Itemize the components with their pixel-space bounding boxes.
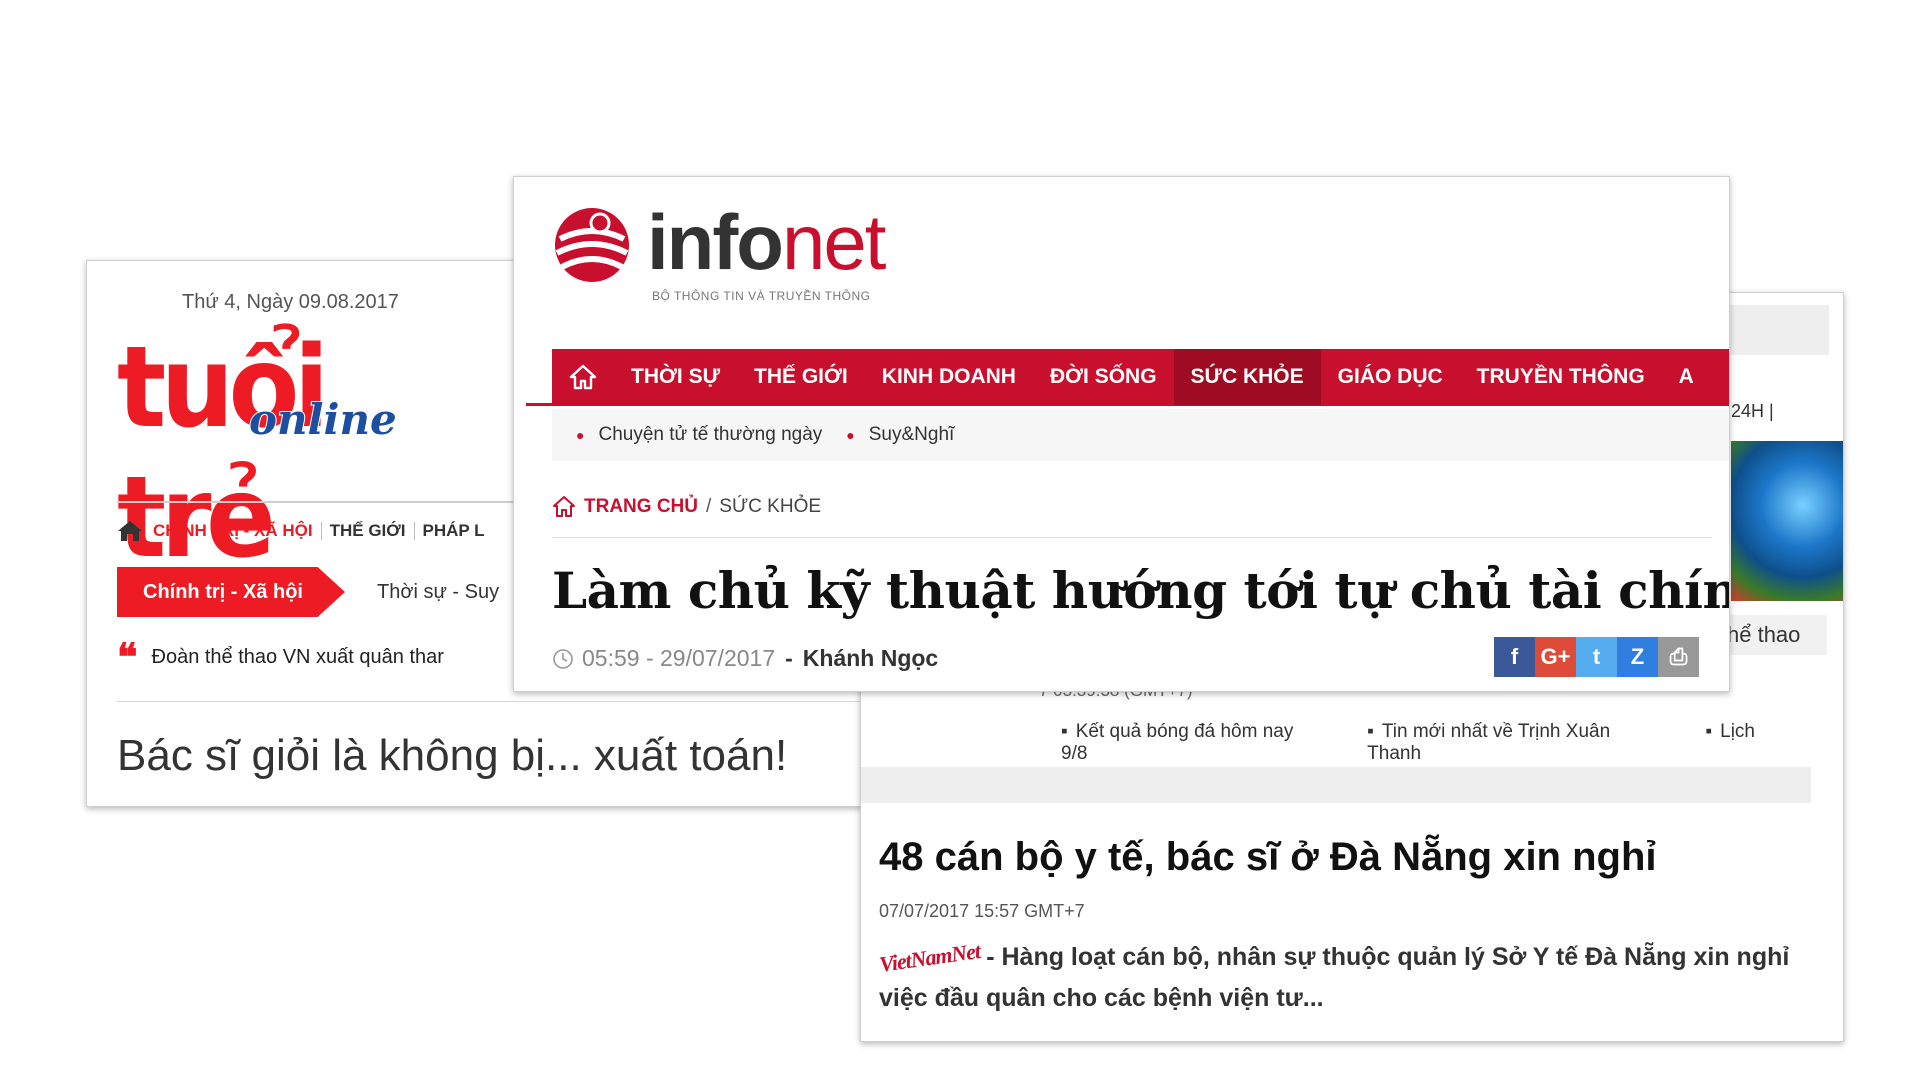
clock-icon <box>553 648 573 669</box>
breadcrumb-home-link[interactable]: TRANG CHỦ <box>584 496 698 518</box>
tuoitre-date: Thứ 4, Ngày 09.08.2017 <box>182 291 399 313</box>
infonet-logo-wordmark: infonet <box>647 198 886 286</box>
breadcrumb-separator: / <box>706 496 712 517</box>
tuoitre-ticker: ❛❛ Đoàn thể thao VN xuất quân thar <box>117 636 444 679</box>
zalo-icon[interactable]: Z <box>1617 637 1658 677</box>
vietnamnet-lead-text: - Hàng loạt cán bộ, nhân sự thuộc quản l… <box>879 943 1790 1012</box>
infonet-nav-the-gioi[interactable]: THẾ GIỚI <box>737 349 865 405</box>
tuoitre-nav-chinh-tri[interactable]: CHÍNH TRỊ - XÃ HỘI <box>151 522 321 540</box>
globe-banner-image <box>1731 441 1843 601</box>
infonet-logo-mark-icon <box>555 208 629 282</box>
vietnamnet-sport-tab[interactable]: hể thao <box>1717 615 1827 655</box>
infonet-main-nav: THỜI SỰ THẾ GIỚI KINH DOANH ĐỜI SỐNG SỨC… <box>552 349 1729 405</box>
infonet-headline: Làm chủ kỹ thuật hướng tới tự chủ tài ch… <box>552 561 1730 620</box>
infonet-nav-overflow[interactable]: A <box>1662 349 1711 405</box>
breadcrumb-current[interactable]: SỨC KHỎE <box>719 496 821 518</box>
trending-item[interactable]: ▪ Lịch <box>1705 721 1799 765</box>
infonet-divider <box>552 537 1712 538</box>
infonet-nav-giao-duc[interactable]: GIÁO DỤC <box>1321 349 1460 405</box>
tuoitre-nav-phap-luat[interactable]: PHÁP L <box>413 522 493 540</box>
tuoitre-logo[interactable]: tuổi trẻ online <box>117 323 537 583</box>
infonet-logo[interactable]: infonet BỘ THÔNG TIN VÀ TRUYỀN THÔNG <box>552 198 912 315</box>
home-icon[interactable] <box>552 495 576 519</box>
infonet-author[interactable]: Khánh Ngọc <box>803 645 938 672</box>
breadcrumb: TRANG CHỦ / SỨC KHỎE <box>552 495 821 519</box>
twitter-icon[interactable]: t <box>1576 637 1617 677</box>
tuoitre-logo-main: tuổi trẻ <box>117 323 329 583</box>
infonet-screenshot: infonet BỘ THÔNG TIN VÀ TRUYỀN THÔNG THỜ… <box>513 176 1730 692</box>
vietnamnet-date: 07/07/2017 15:57 GMT+7 <box>879 901 1085 921</box>
bullet-icon: ● <box>846 427 855 443</box>
tuoitre-section-chip[interactable]: Chính trị - Xã hội <box>117 567 345 617</box>
infonet-subnav: ● Chuyện tử tế thường ngày ● Suy&Nghĩ <box>552 409 1729 461</box>
tuoitre-main-nav: CHÍNH TRỊ - XÃ HỘI THẾ GIỚI PHÁP L <box>117 519 493 543</box>
tuoitre-logo-online: online <box>248 394 398 445</box>
infonet-nav-kinh-doanh[interactable]: KINH DOANH <box>865 349 1033 405</box>
print-icon[interactable]: ⎙ <box>1658 637 1699 677</box>
tuoitre-headline: Bác sĩ giỏi là không bị... xuất toán! <box>117 731 788 780</box>
google-plus-icon[interactable]: G+ <box>1535 637 1576 677</box>
social-share-bar: f G+ t Z ⎙ <box>1494 637 1699 677</box>
infonet-nav-doi-song[interactable]: ĐỜI SỐNG <box>1033 349 1174 405</box>
infonet-nav-thoi-su[interactable]: THỜI SỰ <box>614 349 737 405</box>
infonet-logo-tagline: BỘ THÔNG TIN VÀ TRUYỀN THÔNG <box>652 289 871 303</box>
infonet-subnav-item[interactable]: Chuyện tử tế thường ngày <box>598 424 822 446</box>
infonet-nav-truyen-thong[interactable]: TRUYỀN THÔNG <box>1460 349 1662 405</box>
infonet-dash: - <box>785 645 793 671</box>
infonet-subnav-item[interactable]: Suy&Nghĩ <box>869 424 955 446</box>
tuoitre-nav-the-gioi[interactable]: THẾ GIỚI <box>320 522 414 540</box>
infonet-nav-suc-khoe[interactable]: SỨC KHỎE <box>1173 349 1321 405</box>
vietnamnet-logo: VietNamNet <box>877 938 982 977</box>
trending-item[interactable]: ▪ Kết quả bóng đá hôm nay 9/8 <box>1061 721 1323 765</box>
home-icon[interactable] <box>552 349 614 405</box>
facebook-icon[interactable]: f <box>1494 637 1535 677</box>
bullet-icon: ● <box>576 427 585 443</box>
trending-item[interactable]: ▪ Tin mới nhất về Trịnh Xuân Thanh <box>1367 721 1661 765</box>
quote-icon: ❛❛ <box>117 636 137 679</box>
vietnamnet-lead: VietNamNet - Hàng loạt cán bộ, nhân sự th… <box>878 937 1819 1018</box>
infonet-article-meta: 05:59 - 29/07/2017 - Khánh Ngọc <box>552 645 938 672</box>
home-icon[interactable] <box>117 519 143 543</box>
vietnamnet-trending-list: ▪ Kết quả bóng đá hôm nay 9/8 ▪ Tin mới nh… <box>1061 721 1843 765</box>
vietnamnet-headline: 48 cán bộ y tế, bác sĩ ở Đà Nẵng xin ngh… <box>879 835 1657 879</box>
tuoitre-ticker-text[interactable]: Đoàn thể thao VN xuất quân thar <box>152 646 444 669</box>
vietnamnet-graybar <box>861 767 1811 803</box>
infonet-publish-time: 05:59 - 29/07/2017 <box>582 645 776 671</box>
tuoitre-subnav-item[interactable]: Thời sự - Suy <box>377 581 499 604</box>
